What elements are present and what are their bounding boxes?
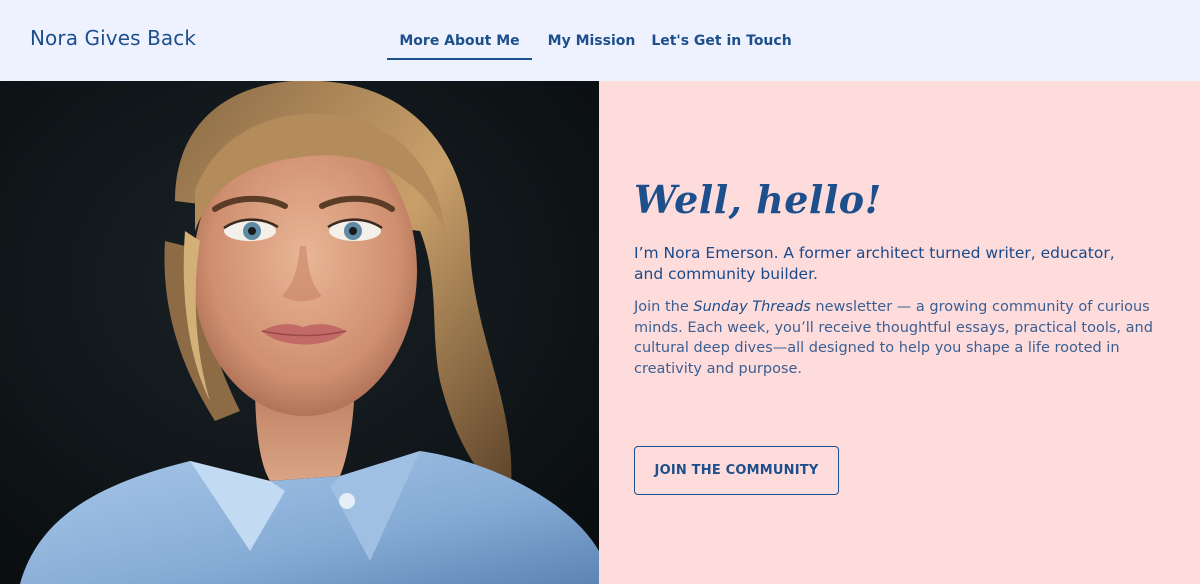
portrait-illustration	[0, 81, 599, 584]
nav-link-my-mission[interactable]: My Mission	[532, 22, 651, 60]
brand-logo-link[interactable]: Nora Gives Back	[30, 26, 196, 50]
hero-intro: I’m Nora Emerson. A former architect tur…	[634, 244, 1115, 283]
body-prefix: Join the	[634, 299, 694, 315]
join-community-button[interactable]: JOIN THE COMMUNITY	[634, 446, 839, 495]
main-nav: More About Me My Mission Let's Get in To…	[387, 22, 792, 60]
newsletter-name: Sunday Threads	[693, 299, 811, 315]
hero-section: Well, hello! I’m Nora Emerson. A former …	[599, 81, 1200, 584]
site-header: Nora Gives Back More About Me My Mission…	[0, 0, 1200, 81]
hero-body-text: Join the Sunday Threads newsletter — a g…	[634, 297, 1164, 379]
nav-link-more-about-me[interactable]: More About Me	[387, 22, 532, 60]
portrait-photo	[0, 81, 599, 584]
hero-greeting: Well, hello!	[634, 177, 882, 222]
nav-link-get-in-touch[interactable]: Let's Get in Touch	[651, 22, 792, 60]
